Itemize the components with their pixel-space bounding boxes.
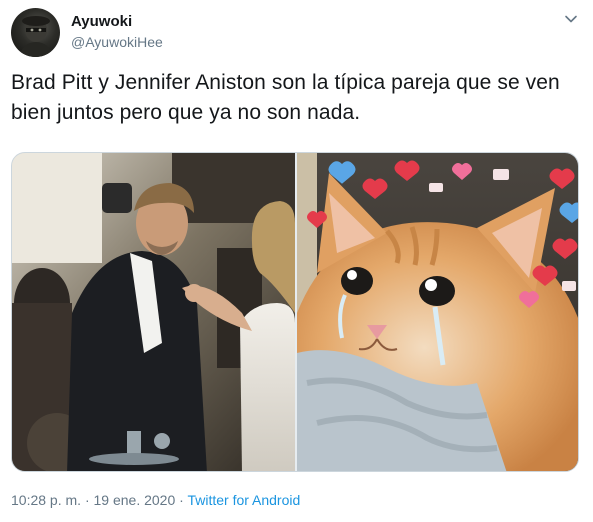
chevron-down-icon: [565, 15, 577, 23]
tweet-date[interactable]: 19 ene. 2020: [94, 492, 176, 508]
meta-separator: ·: [84, 492, 90, 508]
tweet-text: Brad Pitt y Jennifer Aniston son la típi…: [11, 71, 560, 124]
meta-separator: ·: [179, 492, 184, 508]
tweet-source-link[interactable]: Twitter for Android: [187, 492, 300, 508]
couple-photo[interactable]: [12, 153, 295, 471]
tweet-card: Ayuwoki @AyuwokiHee Brad Pitt y Jennifer…: [0, 0, 593, 522]
display-name[interactable]: Ayuwoki: [71, 13, 132, 30]
crying-cat-image: [297, 153, 578, 471]
user-handle[interactable]: @AyuwokiHee: [71, 34, 163, 50]
tweet-time[interactable]: 10:28 p. m.: [11, 492, 81, 508]
crying-cat-photo[interactable]: [297, 153, 578, 471]
tweet-meta: 10:28 p. m. · 19 ene. 2020 · Twitter for…: [11, 492, 300, 508]
tweet-menu-button[interactable]: [562, 10, 580, 28]
avatar[interactable]: [11, 8, 60, 57]
tweet-media: [11, 152, 579, 472]
masked-figure-icon: [19, 16, 53, 57]
couple-photo-image: [12, 153, 295, 471]
